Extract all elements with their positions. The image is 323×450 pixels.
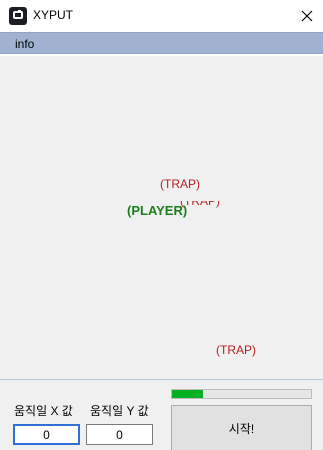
player-marker: (PLAYER)	[127, 203, 188, 218]
window-title: XYPUT	[33, 8, 74, 22]
trap-marker: (TRAP)	[160, 177, 200, 191]
y-value-label: 움직일 Y 값	[90, 404, 149, 418]
control-panel: 움직일 X 값 움직일 Y 값 시작!	[0, 379, 323, 450]
title-bar: XYPUT	[0, 0, 323, 32]
app-window-icon	[9, 7, 27, 25]
close-button[interactable]	[291, 0, 323, 32]
progress-fill	[172, 390, 203, 398]
menu-bar: info	[0, 32, 323, 54]
y-value-input[interactable]	[86, 424, 153, 445]
start-button[interactable]: 시작!	[171, 405, 312, 450]
progress-bar	[171, 389, 312, 399]
menu-item-info[interactable]: info	[15, 37, 34, 51]
trap-marker: (TRAP)	[216, 343, 256, 357]
game-area: (TRAP) (TRAP) (PLAYER) (TRAP)	[0, 56, 323, 379]
close-icon	[301, 10, 313, 22]
x-value-input[interactable]	[13, 424, 80, 445]
x-value-label: 움직일 X 값	[14, 404, 73, 418]
